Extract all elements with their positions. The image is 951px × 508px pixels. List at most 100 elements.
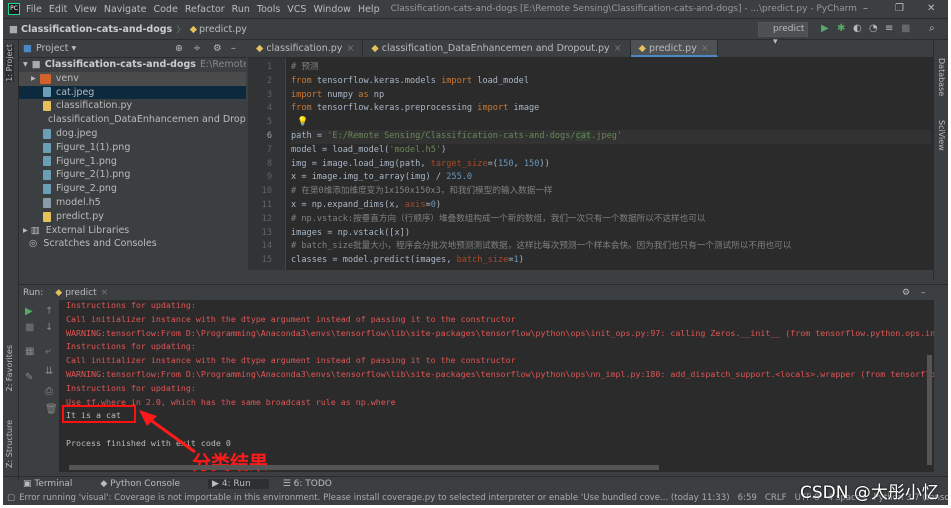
close-tab-icon[interactable]: × [346,43,354,54]
pin-icon[interactable]: ✎ [25,372,33,383]
tool-tab-favorites[interactable]: 2: Favorites [5,345,14,391]
down-icon[interactable]: ↓ [45,322,53,333]
menu-help[interactable]: Help [358,4,380,15]
code-line[interactable]: from tensorflow.keras.models import load… [291,75,931,89]
caret-position[interactable]: 6:59 [738,493,757,503]
code-line[interactable]: from tensorflow.keras.preprocessing impo… [291,102,931,116]
stop-icon[interactable]: ■ [25,322,34,333]
console-line: Instructions for updating: [66,382,196,393]
rerun-icon[interactable]: ▶ [25,306,33,317]
code-line[interactable]: import numpy as np [291,89,931,103]
line-separator[interactable]: CRLF [765,493,787,503]
trash-icon[interactable]: 🗑 [45,404,58,415]
locate-icon[interactable]: ⊕ [175,43,183,54]
profile-icon[interactable]: ◔ [869,23,878,34]
vertical-scrollbar[interactable] [927,355,932,465]
gear-icon[interactable]: ⚙ [902,288,910,298]
code-token: tensorflow.keras.preprocessing [316,103,478,114]
code-line[interactable]: # batch_size批量大小，程序会分批次地预测测试数据，这样比每次预测一个… [291,240,931,254]
menu-navigate[interactable]: Navigate [104,4,147,15]
tab-todo[interactable]: ☰ 6: TODO [283,479,346,489]
search-icon[interactable]: ⌕ [929,23,935,34]
menu-tools[interactable]: Tools [257,4,280,15]
minimize-icon[interactable]: – [863,3,868,14]
run-tab-predict[interactable]: predict [65,288,96,298]
code-line[interactable]: x = np.expand_dims(x, axis=0) [291,199,931,213]
breadcrumb-project[interactable]: Classification-cats-and-dogs [21,24,172,35]
code-line[interactable]: img = image.load_img(path, target_size=(… [291,158,931,172]
menu-window[interactable]: Window [313,4,350,15]
up-icon[interactable]: ↑ [45,306,53,317]
tree-item[interactable]: Figure_1.png [19,155,246,169]
tree-item[interactable]: ▸ venv [19,71,246,86]
close-tab-icon[interactable]: × [101,288,109,298]
menu-file[interactable]: File [26,4,42,15]
tab-classification-py[interactable]: ◆ classification.py × [248,40,364,57]
tab-predict-py[interactable]: ◆ predict.py × [630,40,718,57]
code-line[interactable]: classes = model.predict(images, batch_si… [291,254,931,268]
scratches-and-consoles[interactable]: ◎ Scratches and Consoles [19,237,246,251]
run-config-select[interactable]: predict ▾ [758,22,808,47]
tool-tab-sciview[interactable]: SciView [937,120,946,151]
tree-item[interactable]: dog.jpeg [19,127,246,141]
menu-run[interactable]: Run [232,4,250,15]
code-line[interactable]: # 预测 [291,61,931,75]
horizontal-scrollbar[interactable] [69,465,659,470]
menu-vcs[interactable]: VCS [287,4,306,15]
coverage-icon[interactable]: ◐ [853,23,862,34]
tree-item[interactable]: predict.py [19,210,246,224]
tab-python-console[interactable]: ◆ Python Console [100,479,194,489]
code-line[interactable]: x = image.img_to_array(img) / 255.0 [291,171,931,185]
soft-wrap-icon[interactable]: ⤶ [45,346,51,357]
tab-run[interactable]: ▶ 4: Run [208,479,269,489]
menu-refactor[interactable]: Refactor [185,4,225,15]
tree-item[interactable]: Figure_2.png [19,182,246,196]
status-message[interactable]: Error running 'visual': Coverage is not … [19,493,729,503]
console-line: Instructions for updating: [66,341,196,352]
tree-item[interactable]: model.h5 [19,196,246,210]
tree-root[interactable]: ▾ ■ Classification-cats-and-dogs E:\Remote … [19,58,246,72]
menu-view[interactable]: View [74,4,97,15]
close-tab-icon[interactable]: × [701,43,709,54]
run-icon[interactable]: ▶ [821,23,829,34]
scratches-and-consoles-label: Scratches and Consoles [43,238,157,250]
code-line[interactable]: model = load_model('model.h5') [291,144,931,158]
tab-classification-dataenhancemen-and-dropout-py[interactable]: ◆ classification_DataEnhancemen and Dropo… [363,40,631,57]
print-icon[interactable]: ⎙ [45,386,53,397]
tree-item[interactable]: cat.jpeg [19,85,246,100]
gear-icon[interactable]: ⚙ [213,43,222,54]
restore-layout-icon[interactable]: ▦ [25,346,34,357]
tree-item[interactable]: classification.py [19,99,246,113]
restore-icon[interactable]: ❐ [895,3,904,14]
collapse-icon[interactable]: ÷ [193,43,201,54]
hide-icon[interactable]: – [231,43,236,54]
tool-tab-database[interactable]: Database [937,58,946,96]
tab-terminal[interactable]: ▣ Terminal [23,479,86,489]
tool-tab-project[interactable]: 1: Project [5,44,14,82]
breadcrumb-file[interactable]: predict.py [199,24,247,35]
tool-tab-structure[interactable]: Z: Structure [5,420,14,468]
code-line[interactable]: path = 'E:/Remote Sensing/Classification… [291,130,931,144]
stop-icon[interactable]: ■ [901,23,910,34]
run-console[interactable]: Process finished with exit code 0 It is a… [59,300,934,474]
menu-edit[interactable]: Edit [49,4,67,15]
tree-item[interactable]: Figure_1(1).png [19,141,246,155]
close-tab-icon[interactable]: × [614,43,622,54]
code-line[interactable]: 💡 [291,116,931,130]
hide-icon[interactable]: – [921,288,926,298]
menu-code[interactable]: Code [153,4,177,15]
tree-item[interactable]: classification_DataEnhancemen and Dropou… [19,113,246,127]
debug-icon[interactable]: ✱ [837,23,845,34]
concurrency-icon[interactable]: ≡ [885,23,893,34]
scroll-to-end-icon[interactable]: ⇊ [45,366,53,377]
tree-item[interactable]: Figure_2(1).png [19,168,246,182]
code-line[interactable]: # np.vstack:按垂直方向（行顺序）堆叠数组构成一个新的数组，我们一次只… [291,213,931,227]
line-number: 9 [266,172,272,183]
code-line[interactable]: images = np.vstack([x]) [291,227,931,241]
code-editor[interactable]: 1 # 预测 2 from tensorflow.keras.models impor… [248,58,933,270]
code-line[interactable]: # 在第0维添加维度变为1x150x150x3，和我们模型的输入数据一样 [291,185,931,199]
external-libraries[interactable]: ▸ ▥ External Libraries [19,224,246,238]
close-icon[interactable]: ✕ [927,3,935,14]
project-view-select[interactable]: Project [36,43,69,54]
lightbulb-icon[interactable]: 💡 [297,117,308,127]
